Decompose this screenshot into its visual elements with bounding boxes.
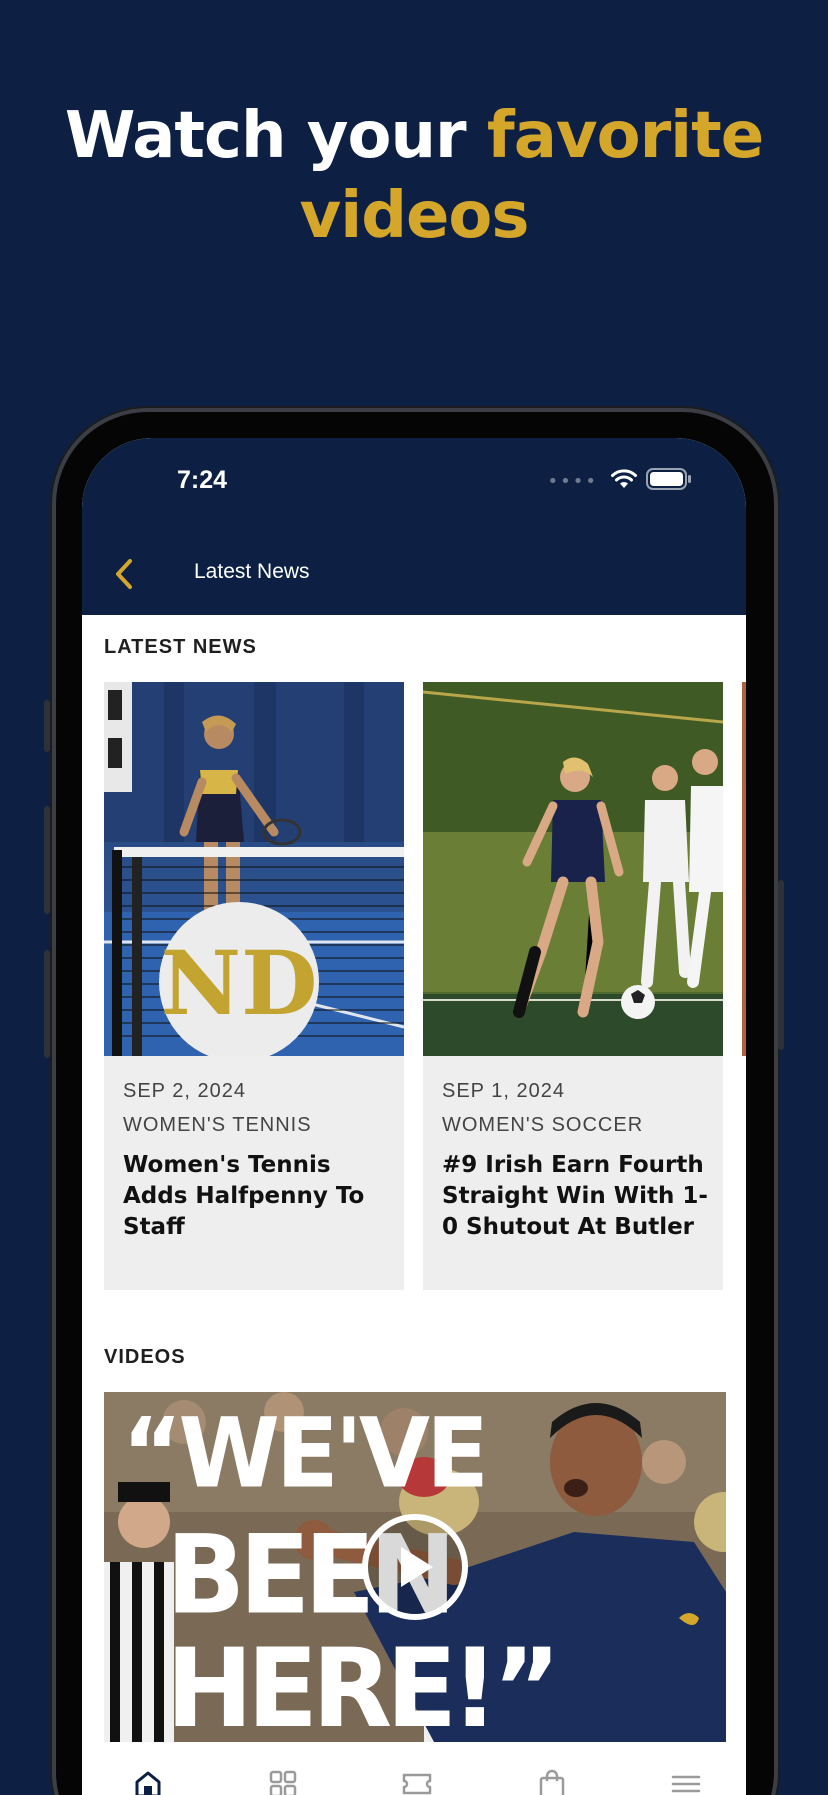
news-card[interactable]: ND SEP 2, 2024 WOMEN'S TENNIS Women's Te… [104, 682, 404, 1290]
news-card[interactable]: SEP 1, 2024 WOMEN'S SOCCER #9 Irish Earn… [423, 682, 723, 1290]
card-date: SEP 1, 2024 [442, 1080, 565, 1102]
play-button[interactable] [362, 1514, 468, 1620]
tennis-photo: ND [104, 682, 404, 1056]
headline-line2: videos [299, 179, 530, 253]
svg-text:ND: ND [161, 931, 318, 1035]
phone-power-button [778, 880, 784, 1050]
play-icon [401, 1547, 433, 1587]
signal-dots-icon: •••• [547, 470, 598, 492]
menu-icon [671, 1775, 701, 1793]
status-time: 7:24 [177, 466, 228, 494]
latest-news-heading: LATEST NEWS [104, 636, 257, 658]
headline-accent: favorite [486, 99, 764, 173]
app-screen: 7:24 •••• Latest News LATEST NEWS ND SEP… [82, 438, 746, 1795]
battery-icon [646, 468, 692, 494]
status-icons: •••• [548, 468, 692, 494]
nav-title: Latest News [194, 560, 310, 583]
tab-shop[interactable] [530, 1764, 574, 1795]
tab-tickets[interactable] [395, 1764, 439, 1795]
card-title: Women's Tennis Adds Halfpenny To Staff [123, 1152, 365, 1240]
news-card-peek[interactable] [742, 682, 746, 1056]
headline-text: Watch your [64, 99, 487, 173]
tab-bar [82, 1742, 746, 1795]
shopping-bag-icon [539, 1769, 564, 1795]
grid-icon [269, 1770, 296, 1795]
phone-volume-up [44, 806, 50, 914]
card-date: SEP 2, 2024 [123, 1080, 246, 1102]
phone-volume-down [44, 950, 50, 1058]
tab-grid[interactable] [261, 1764, 305, 1795]
wifi-icon [610, 468, 638, 494]
card-category: WOMEN'S TENNIS [123, 1114, 312, 1136]
card-title: #9 Irish Earn Fourth Straight Win With 1… [442, 1152, 708, 1240]
videos-heading: VIDEOS [104, 1346, 186, 1368]
home-icon [135, 1771, 161, 1795]
back-button[interactable] [110, 556, 140, 592]
app-header: 7:24 •••• Latest News [82, 438, 746, 615]
tab-menu[interactable] [664, 1764, 708, 1795]
card-category: WOMEN'S SOCCER [442, 1114, 644, 1136]
svg-text:“WE'VE: “WE'VE [122, 1397, 485, 1510]
tab-home[interactable] [126, 1764, 170, 1795]
promo-headline: Watch your favorite videos [0, 96, 828, 256]
svg-text:HERE!”: HERE!” [166, 1626, 555, 1742]
featured-video[interactable]: 5 “WE'VE BEEN HERE!” [104, 1392, 726, 1742]
ticket-icon [402, 1773, 432, 1795]
chevron-left-icon [116, 559, 132, 589]
soccer-photo [423, 682, 723, 1056]
phone-silent-switch [44, 700, 50, 752]
